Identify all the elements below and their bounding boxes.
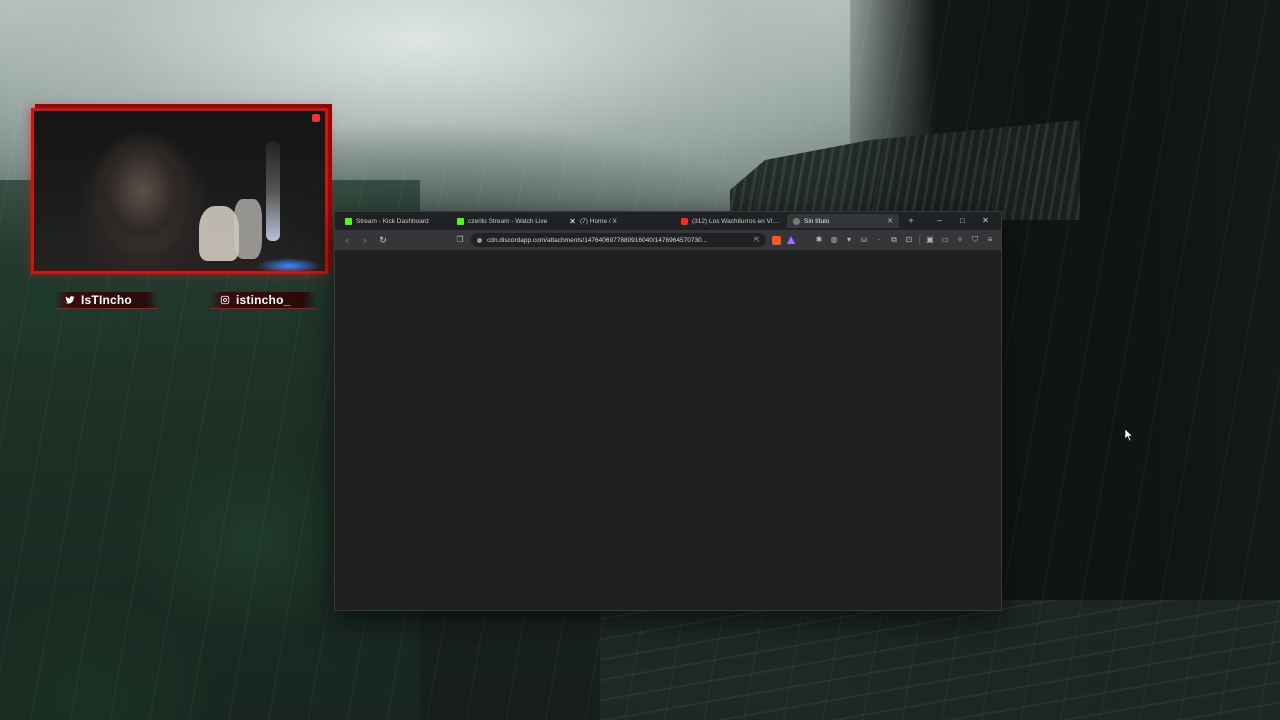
tab-title: (7) Home / X	[580, 217, 617, 225]
tab-strip: Stream - Kick Dashboard czerilo Stream -…	[335, 212, 1001, 230]
frame-corner-mark	[312, 114, 320, 122]
kick-icon	[345, 217, 352, 225]
tab-youtube-wachiturros[interactable]: (312) Los Wachiturros en VIVO	[675, 214, 787, 228]
close-window-button[interactable]: ✕	[974, 214, 997, 228]
webcam-figurine	[199, 206, 239, 261]
webcam-figurine	[234, 199, 262, 259]
webcam-guitar	[266, 141, 280, 241]
toolbar-divider	[919, 235, 920, 245]
tab-untitled[interactable]: Sin título ✕	[787, 214, 899, 228]
brave-shields-icon[interactable]	[772, 235, 781, 245]
browser-window: Stream - Kick Dashboard czerilo Stream -…	[334, 211, 1002, 611]
reload-button[interactable]: ↻	[377, 235, 389, 246]
sidebar-icon[interactable]: ▣	[925, 235, 935, 245]
new-tab-button[interactable]: +	[905, 216, 917, 227]
webcam-frame	[31, 108, 328, 274]
maximize-button[interactable]: □	[951, 214, 974, 228]
menu-icon[interactable]: ≡	[985, 235, 995, 245]
extension-icon[interactable]: ✱	[814, 235, 824, 245]
minimize-button[interactable]: –	[928, 214, 951, 228]
page-content[interactable]	[335, 250, 1001, 610]
tab-close-icon[interactable]: ✕	[883, 217, 893, 225]
tab-title: Stream - Kick Dashboard	[356, 217, 429, 225]
twitter-handle: IsTIncho	[81, 293, 132, 307]
x-icon: ✕	[569, 216, 576, 226]
mouse-cursor-icon	[1125, 429, 1133, 441]
tab-title: Sin título	[804, 217, 830, 225]
tab-kick-dashboard[interactable]: Stream - Kick Dashboard	[339, 214, 451, 228]
back-button[interactable]: ‹	[341, 235, 353, 245]
tab-title: (312) Los Wachiturros en VIVO	[692, 217, 781, 225]
extension-icon[interactable]: ▾	[844, 235, 854, 245]
webcam-streamer	[92, 131, 192, 271]
webcam-led-lights	[249, 256, 325, 271]
wallet-icon[interactable]: ▭	[940, 235, 950, 245]
instagram-handle-badge: istincho_	[210, 292, 316, 309]
address-area: ❐ cdn.discordapp.com/attachments/1476406…	[455, 233, 795, 247]
puzzle-icon[interactable]: ⧉	[889, 235, 899, 245]
tab-kick-watch-live[interactable]: czerilo Stream - Watch Live	[451, 214, 563, 228]
window-controls: – □ ✕	[928, 214, 997, 228]
share-icon[interactable]: ⇱	[754, 236, 760, 244]
twitter-icon	[65, 296, 75, 304]
vpn-icon[interactable]: ⛉	[970, 235, 980, 245]
instagram-icon	[220, 295, 230, 305]
twitter-handle-badge: IsTIncho	[55, 292, 158, 309]
browser-toolbar: ‹ › ↻ ❐ cdn.discordapp.com/attachments/1…	[335, 230, 1001, 250]
globe-icon	[793, 217, 800, 225]
youtube-icon	[681, 217, 688, 225]
extension-icon[interactable]: ·	[874, 235, 884, 245]
tab-x-home[interactable]: ✕ (7) Home / X	[563, 214, 675, 228]
extension-icon[interactable]: ◍	[829, 235, 839, 245]
brave-rewards-icon[interactable]	[787, 236, 795, 244]
kick-icon	[457, 217, 464, 225]
instagram-handle: istincho_	[236, 293, 291, 307]
site-info-icon[interactable]	[477, 237, 482, 243]
tab-title: czerilo Stream - Watch Live	[468, 217, 548, 225]
url-text: cdn.discordapp.com/attachments/147640697…	[487, 236, 708, 244]
extension-icon[interactable]: ω	[859, 235, 869, 245]
address-bar[interactable]: cdn.discordapp.com/attachments/147640697…	[471, 233, 766, 247]
bookmark-icon[interactable]: ❐	[455, 235, 465, 245]
leo-ai-icon[interactable]: ✧	[955, 235, 965, 245]
screenshot-icon[interactable]: ⊡	[904, 235, 914, 245]
extensions-area: ✱ ◍ ▾ ω · ⧉ ⊡ ▣ ▭ ✧ ⛉ ≡	[814, 235, 995, 245]
forward-button[interactable]: ›	[359, 235, 371, 245]
